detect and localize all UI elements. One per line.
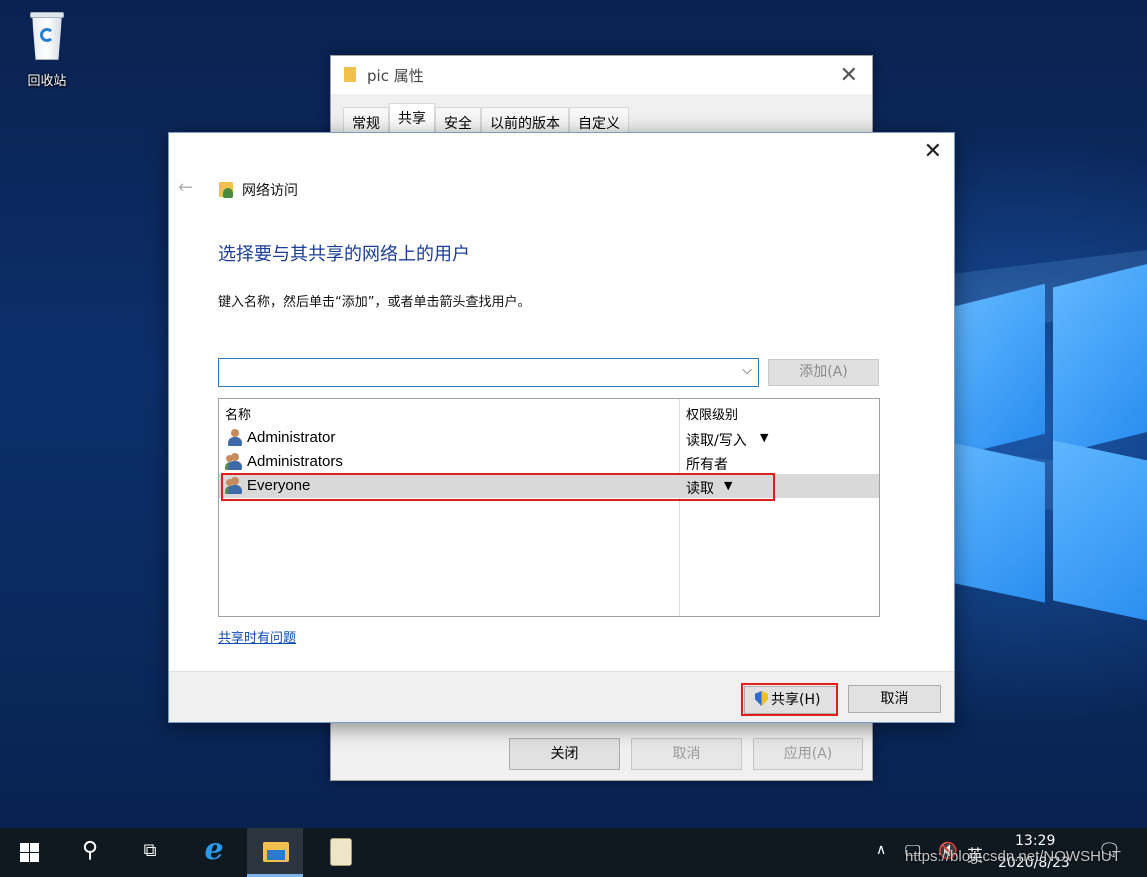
start-icon[interactable] <box>0 828 56 877</box>
annotation-highlight-box <box>221 473 775 501</box>
tab-security[interactable]: 安全 <box>435 107 481 133</box>
annotation-highlight-box <box>741 683 838 716</box>
add-button[interactable]: 添加(A) <box>768 359 879 386</box>
back-arrow-icon[interactable]: ← <box>178 177 193 198</box>
properties-close-icon[interactable]: ✕ <box>840 63 858 88</box>
user-permission-list: 名称 权限级别 Administrator 读取/写入 ▼ Administra… <box>218 398 880 617</box>
network-share-icon <box>219 182 235 198</box>
task-view-icon[interactable]: ⧉ <box>122 828 178 877</box>
recycle-bin-icon <box>24 6 70 62</box>
windows-logo-graphic <box>955 262 1147 625</box>
dialog-close-icon[interactable]: ✕ <box>924 139 942 164</box>
tray-overflow-chevron-icon[interactable]: ∧ <box>876 842 886 877</box>
permission-level[interactable]: 读取/写入 <box>686 430 747 450</box>
folder-icon <box>344 67 356 82</box>
apply-button[interactable]: 应用(A) <box>753 738 863 770</box>
chevron-down-icon[interactable]: ⌵ <box>742 363 752 378</box>
column-header-name[interactable]: 名称 <box>225 404 251 423</box>
permission-level: 所有者 <box>686 457 728 473</box>
network-access-dialog: ✕ ← 网络访问 选择要与其共享的网络上的用户 键入名称，然后单击“添加”，或者… <box>168 132 955 723</box>
user-icon <box>226 429 244 447</box>
recycle-bin-label: 回收站 <box>27 74 67 89</box>
tab-general[interactable]: 常规 <box>343 107 389 133</box>
list-header: 名称 权限级别 <box>219 399 879 425</box>
internet-explorer-icon[interactable]: e <box>186 828 242 877</box>
properties-cancel-button[interactable]: 取消 <box>631 738 742 770</box>
cancel-button[interactable]: 取消 <box>848 685 941 713</box>
file-explorer-icon[interactable] <box>247 828 303 877</box>
tab-customize[interactable]: 自定义 <box>569 107 629 133</box>
properties-tabs: 常规 共享 安全 以前的版本 自定义 <box>343 103 629 133</box>
dialog-nav-title: 网络访问 <box>242 183 298 199</box>
user-name-combobox[interactable]: ⌵ <box>218 358 759 387</box>
user-name: Administrators <box>247 453 343 470</box>
tab-previous-versions[interactable]: 以前的版本 <box>481 107 569 133</box>
caret-down-icon[interactable]: ▼ <box>760 431 768 444</box>
dialog-instruction: 键入名称，然后单击“添加”，或者单击箭头查找用户。 <box>218 295 531 310</box>
watermark-text: https://blog.csdn.net/NOWSHUT <box>905 848 1121 865</box>
notepad-icon[interactable] <box>312 828 368 877</box>
user-name: Administrator <box>247 429 336 446</box>
trouble-sharing-link[interactable]: 共享时有问题 <box>218 627 296 646</box>
column-header-permission[interactable]: 权限级别 <box>686 404 738 423</box>
close-button[interactable]: 关闭 <box>509 738 620 770</box>
properties-title-bar: pic 属性 ✕ <box>331 56 872 94</box>
tab-sharing[interactable]: 共享 <box>389 103 435 133</box>
list-item[interactable]: Administrator 读取/写入 ▼ <box>219 426 879 450</box>
list-item[interactable]: Administrators 所有者 <box>219 450 879 474</box>
recycle-bin-shortcut[interactable]: 回收站 <box>12 6 82 89</box>
properties-title: pic 属性 <box>367 67 424 85</box>
search-icon[interactable]: ⚲ <box>62 828 118 877</box>
user-group-icon <box>225 453 244 471</box>
dialog-heading: 选择要与其共享的网络上的用户 <box>218 244 470 265</box>
